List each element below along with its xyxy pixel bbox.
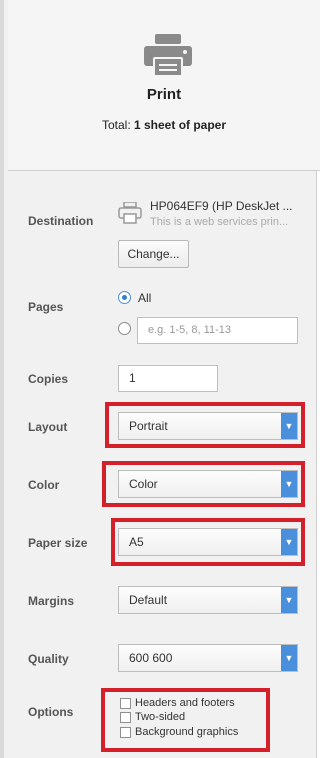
margins-label: Margins — [28, 594, 75, 608]
pages-all-radio[interactable] — [118, 291, 131, 304]
margins-value: Default — [129, 593, 168, 607]
change-destination-button[interactable]: Change... — [118, 240, 189, 268]
margins-select[interactable]: Default ▼ — [118, 586, 298, 614]
highlight-options — [101, 688, 270, 752]
pages-custom-radio[interactable] — [118, 322, 131, 335]
chevron-down-icon: ▼ — [281, 645, 297, 671]
print-header: Print Total: 1 sheet of paper — [8, 0, 320, 171]
copies-label: Copies — [28, 372, 69, 386]
layout-label: Layout — [28, 420, 68, 434]
printer-name: HP064EF9 (HP DeskJet ... — [150, 199, 293, 213]
printer-icon — [144, 34, 192, 76]
chevron-down-icon: ▼ — [281, 587, 297, 613]
page-title: Print — [146, 86, 182, 103]
highlight-paper-size — [111, 518, 305, 566]
pages-custom-input[interactable]: e.g. 1-5, 8, 11-13 — [137, 317, 298, 344]
quality-select[interactable]: 600 600 ▼ — [118, 644, 298, 672]
destination-label: Destination — [28, 214, 94, 228]
paper-size-label: Paper size — [28, 536, 88, 550]
print-panel: Print Total: 1 sheet of paper Destinatio… — [0, 0, 320, 758]
options-label: Options — [28, 705, 74, 719]
pages-label: Pages — [28, 300, 64, 314]
total-value: 1 sheet of paper — [134, 118, 227, 132]
quality-value: 600 600 — [129, 651, 173, 665]
total-prefix: Total: — [101, 118, 131, 132]
color-label: Color — [28, 478, 60, 492]
highlight-color — [102, 461, 305, 507]
quality-label: Quality — [28, 652, 69, 666]
total-summary: Total: 1 sheet of paper — [8, 118, 320, 132]
printer-icon — [118, 202, 142, 224]
printer-description: This is a web services prin... — [150, 216, 289, 228]
highlight-layout — [105, 402, 305, 448]
copies-input[interactable]: 1 — [118, 365, 218, 392]
pages-all-label: All — [138, 291, 152, 305]
